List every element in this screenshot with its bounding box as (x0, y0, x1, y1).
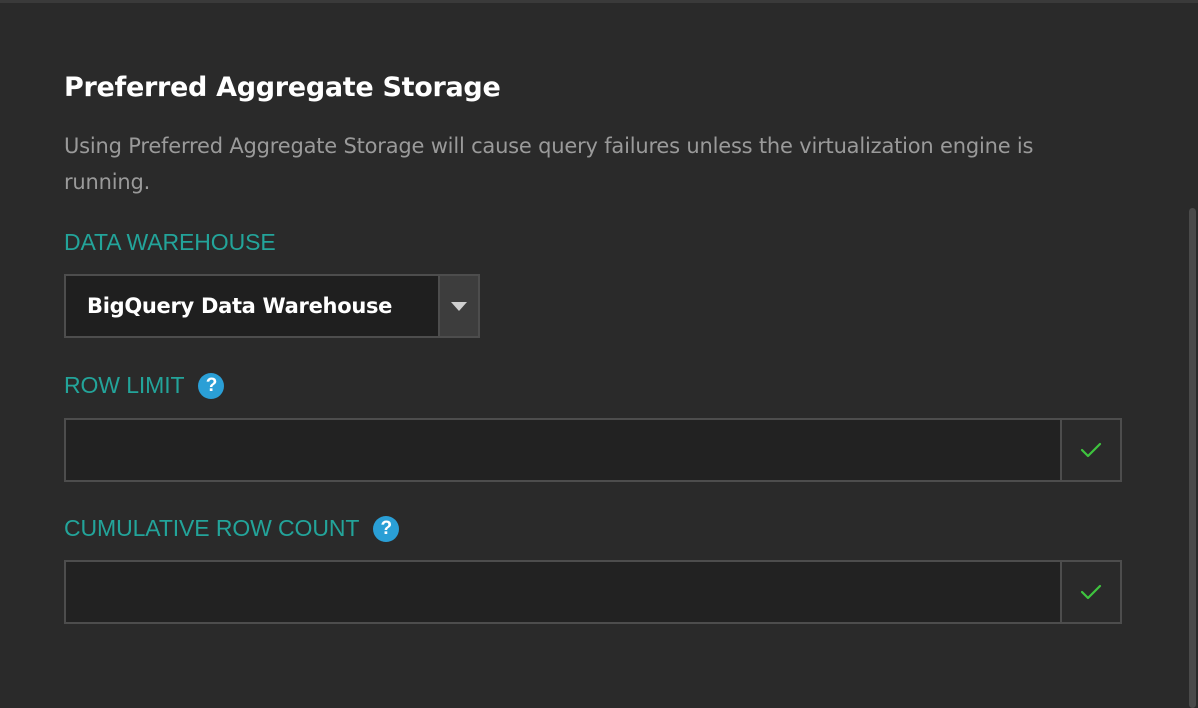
scrollbar-thumb[interactable] (1189, 208, 1196, 708)
aggregate-storage-panel: Preferred Aggregate Storage Using Prefer… (0, 0, 1198, 708)
row-limit-label-text: ROW LIMIT (64, 372, 185, 398)
check-icon (1080, 584, 1102, 600)
panel-top-divider (0, 0, 1198, 3)
cumulative-row-count-help-icon[interactable]: ? (373, 515, 400, 542)
row-limit-label: ROW LIMIT ? (64, 372, 225, 399)
data-warehouse-label-text: DATA WAREHOUSE (64, 229, 276, 255)
row-limit-help-icon[interactable]: ? (198, 372, 225, 399)
check-icon (1080, 442, 1102, 458)
dropdown-arrow-icon[interactable] (438, 276, 478, 336)
row-limit-confirm-button[interactable] (1060, 420, 1120, 480)
cumulative-row-count-label-text: CUMULATIVE ROW COUNT (64, 515, 360, 541)
cumulative-row-count-label: CUMULATIVE ROW COUNT ? (64, 515, 400, 542)
cumulative-row-count-input[interactable] (66, 562, 1060, 622)
scrollbar[interactable] (1186, 0, 1198, 708)
cumulative-row-count-confirm-button[interactable] (1060, 562, 1120, 622)
section-description: Using Preferred Aggregate Storage will c… (64, 134, 1034, 194)
data-warehouse-label: DATA WAREHOUSE (64, 229, 276, 256)
cumulative-row-count-field (64, 560, 1122, 624)
row-limit-input[interactable] (66, 420, 1060, 480)
data-warehouse-selected-value: BigQuery Data Warehouse (87, 294, 393, 318)
row-limit-field (64, 418, 1122, 482)
section-title: Preferred Aggregate Storage (64, 72, 501, 103)
data-warehouse-select[interactable]: BigQuery Data Warehouse (64, 274, 480, 338)
